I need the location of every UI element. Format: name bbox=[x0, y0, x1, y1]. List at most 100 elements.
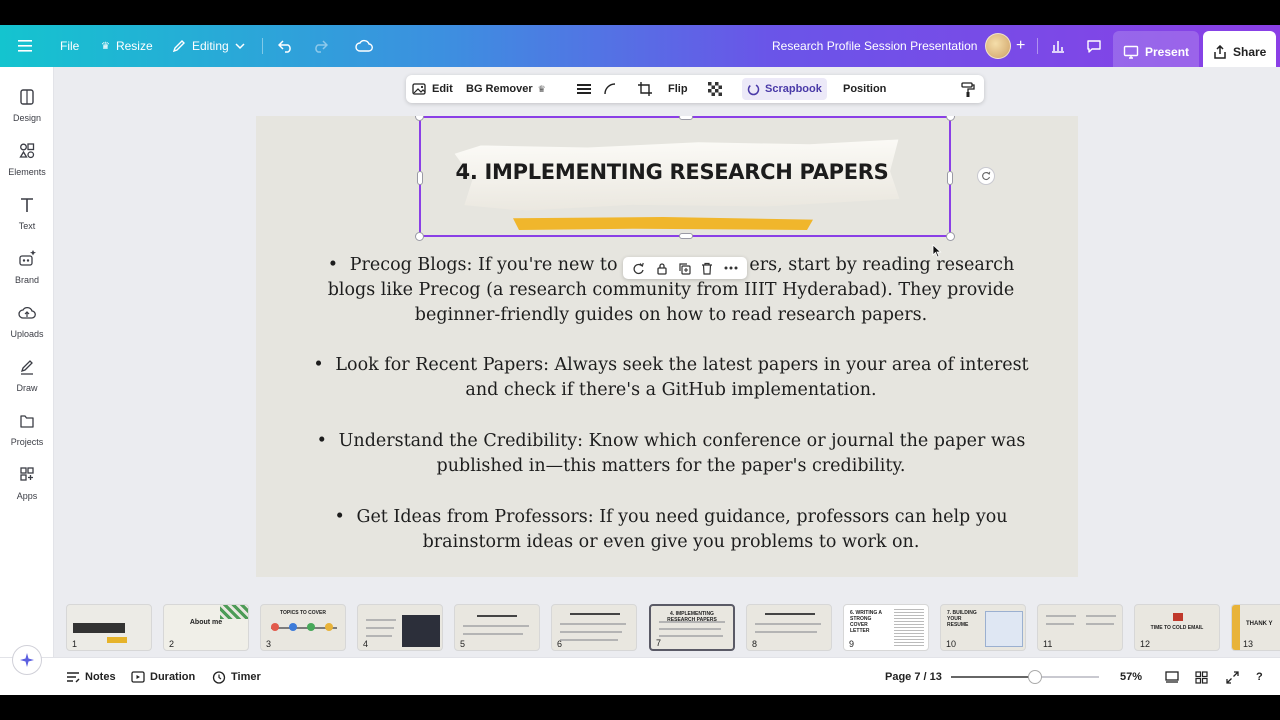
slide-7[interactable]: 4. IMPLEMENTING RESEARCH PAPERS • Precog … bbox=[256, 116, 1078, 577]
resize-handle-right[interactable] bbox=[947, 171, 953, 185]
avatar[interactable] bbox=[985, 33, 1011, 59]
thumbnail-graphic bbox=[289, 623, 297, 631]
sidebar-item-elements[interactable]: Elements bbox=[0, 137, 54, 187]
undo-button[interactable] bbox=[278, 25, 294, 67]
resize-button[interactable]: ♛ Resize bbox=[101, 25, 153, 67]
notes-button[interactable]: Notes bbox=[66, 658, 116, 696]
insights-button[interactable] bbox=[1050, 25, 1066, 67]
bullet-text: Understand the Credibility: Know which c… bbox=[338, 431, 1026, 451]
sidebar-item-draw[interactable]: Draw bbox=[0, 353, 54, 403]
sidebar-item-brand[interactable]: Brand bbox=[0, 245, 54, 295]
sidebar-item-projects[interactable]: Projects bbox=[0, 407, 54, 457]
comment-icon bbox=[1087, 39, 1101, 53]
sidebar-item-label: Text bbox=[18, 221, 36, 231]
elements-icon bbox=[19, 143, 35, 159]
page-thumbnail-4[interactable]: 4 bbox=[357, 604, 443, 651]
share-icon bbox=[1214, 45, 1226, 59]
left-sidebar: Design Elements Text Brand Uploads Draw … bbox=[0, 67, 54, 695]
page-number: 6 bbox=[557, 639, 563, 649]
bg-remover-button[interactable]: BG Remover ♛ bbox=[466, 75, 546, 103]
rotate-handle[interactable] bbox=[977, 167, 995, 185]
resize-handle-bottom[interactable] bbox=[679, 233, 693, 239]
image-context-toolbar: Edit BG Remover ♛ Flip Scrapbook Positio… bbox=[406, 75, 984, 103]
paint-format-button[interactable] bbox=[961, 75, 975, 103]
file-menu-button[interactable]: File bbox=[60, 25, 79, 67]
share-label: Share bbox=[1233, 45, 1267, 59]
redo-button[interactable] bbox=[312, 25, 328, 67]
duration-label: Duration bbox=[150, 671, 196, 683]
thumbnail-graphic bbox=[220, 605, 248, 619]
rotate-icon[interactable] bbox=[632, 262, 645, 275]
duration-button[interactable]: Duration bbox=[131, 658, 195, 696]
resize-handle-bottom-left[interactable] bbox=[415, 232, 424, 241]
edit-image-button[interactable]: Edit bbox=[412, 75, 453, 103]
page-thumbnail-3[interactable]: TOPICS TO COVER 3 bbox=[260, 604, 346, 651]
add-collaborator-button[interactable]: + bbox=[1016, 25, 1025, 67]
thumbnail-line bbox=[463, 625, 529, 627]
page-thumbnail-2[interactable]: About me 2 bbox=[163, 604, 249, 651]
sidebar-item-design[interactable]: Design bbox=[0, 83, 54, 133]
resize-handle-left[interactable] bbox=[417, 171, 423, 185]
resize-handle-bottom-right[interactable] bbox=[946, 232, 955, 241]
page-thumbnail-1[interactable]: 1 bbox=[66, 604, 152, 651]
more-options-icon[interactable] bbox=[724, 266, 738, 270]
grid-layout-button[interactable] bbox=[1195, 658, 1208, 696]
page-thumbnail-11[interactable]: 11 bbox=[1037, 604, 1123, 651]
thumbnail-title: THANK Y bbox=[1246, 621, 1273, 627]
page-thumbnail-6[interactable]: 6 bbox=[551, 604, 637, 651]
menu-icon[interactable] bbox=[18, 25, 34, 67]
duplicate-icon[interactable] bbox=[678, 262, 691, 275]
scrapbook-label: Scrapbook bbox=[765, 83, 822, 95]
bullet-professors[interactable]: • Get Ideas from Professors: If you need … bbox=[296, 505, 1046, 555]
zoom-level-button[interactable]: 57% bbox=[1120, 658, 1142, 696]
crop-icon bbox=[638, 82, 652, 96]
grid-view-button[interactable] bbox=[1165, 658, 1179, 696]
bullet-credibility[interactable]: • Understand the Credibility: Know which … bbox=[296, 429, 1046, 479]
timer-button[interactable]: Timer bbox=[212, 658, 261, 696]
document-title[interactable]: Research Profile Session Presentation bbox=[772, 25, 977, 67]
editing-mode-dropdown[interactable]: Editing bbox=[172, 25, 245, 67]
sidebar-item-apps[interactable]: Apps bbox=[0, 461, 54, 511]
help-button[interactable]: ? bbox=[1256, 658, 1263, 696]
trash-icon[interactable] bbox=[701, 262, 713, 275]
bullet-line: • Understand the Credibility: Know which … bbox=[316, 431, 1026, 451]
bullet-line: and check if there's a GitHub implementa… bbox=[465, 380, 877, 400]
lock-icon[interactable] bbox=[656, 262, 668, 275]
page-thumbnail-5[interactable]: 5 bbox=[454, 604, 540, 651]
sidebar-item-label: Apps bbox=[16, 491, 38, 501]
page-indicator[interactable]: Page 7 / 13 bbox=[885, 658, 942, 696]
document-title-text: Research Profile Session Presentation bbox=[772, 39, 978, 53]
page-thumbnail-9[interactable]: 6. WRITING A STRONG COVER LETTER 9 bbox=[843, 604, 929, 651]
canvas-area: Edit BG Remover ♛ Flip Scrapbook Positio… bbox=[54, 67, 1280, 599]
fullscreen-button[interactable] bbox=[1226, 658, 1239, 696]
page-thumbnail-13[interactable]: THANK Y 13 bbox=[1231, 604, 1280, 651]
comments-button[interactable] bbox=[1086, 25, 1102, 67]
chevron-down-icon bbox=[235, 43, 245, 50]
magic-assistant-button[interactable] bbox=[12, 645, 42, 675]
transparency-button[interactable] bbox=[708, 75, 722, 103]
border-style-button[interactable] bbox=[577, 75, 591, 103]
sidebar-item-text[interactable]: Text bbox=[0, 191, 54, 241]
divider bbox=[262, 38, 263, 54]
crop-button[interactable] bbox=[638, 75, 652, 103]
page-thumbnail-8[interactable]: 8 bbox=[746, 604, 832, 651]
page-number: 11 bbox=[1043, 639, 1053, 649]
zoom-slider[interactable] bbox=[951, 670, 1099, 684]
sidebar-item-label: Brand bbox=[14, 275, 40, 285]
cloud-save-status[interactable] bbox=[355, 25, 373, 67]
page-thumbnail-7[interactable]: 4. IMPLEMENTING RESEARCH PAPERS 7 bbox=[649, 604, 735, 651]
zoom-slider-handle[interactable] bbox=[1028, 670, 1043, 684]
position-button[interactable]: Position bbox=[843, 75, 886, 103]
bullet-recent-papers[interactable]: • Look for Recent Papers: Always seek the… bbox=[296, 353, 1046, 403]
top-bar: File ♛ Resize Editing Research Profile S… bbox=[0, 25, 1280, 73]
page-thumbnail-12[interactable]: TIME TO COLD EMAIL 12 bbox=[1134, 604, 1220, 651]
flip-button[interactable]: Flip bbox=[668, 75, 688, 103]
resize-handle-top[interactable] bbox=[679, 116, 693, 120]
scrapbook-effect-button[interactable]: Scrapbook bbox=[742, 78, 827, 100]
page-thumbnail-10[interactable]: 7. BUILDING YOUR RESUME 10 bbox=[940, 604, 1026, 651]
resize-handle-top-left[interactable] bbox=[415, 116, 424, 121]
corner-rounding-button[interactable] bbox=[604, 75, 616, 103]
thumbnail-line bbox=[659, 635, 723, 637]
resize-handle-top-right[interactable] bbox=[946, 116, 955, 121]
sidebar-item-uploads[interactable]: Uploads bbox=[0, 299, 54, 349]
